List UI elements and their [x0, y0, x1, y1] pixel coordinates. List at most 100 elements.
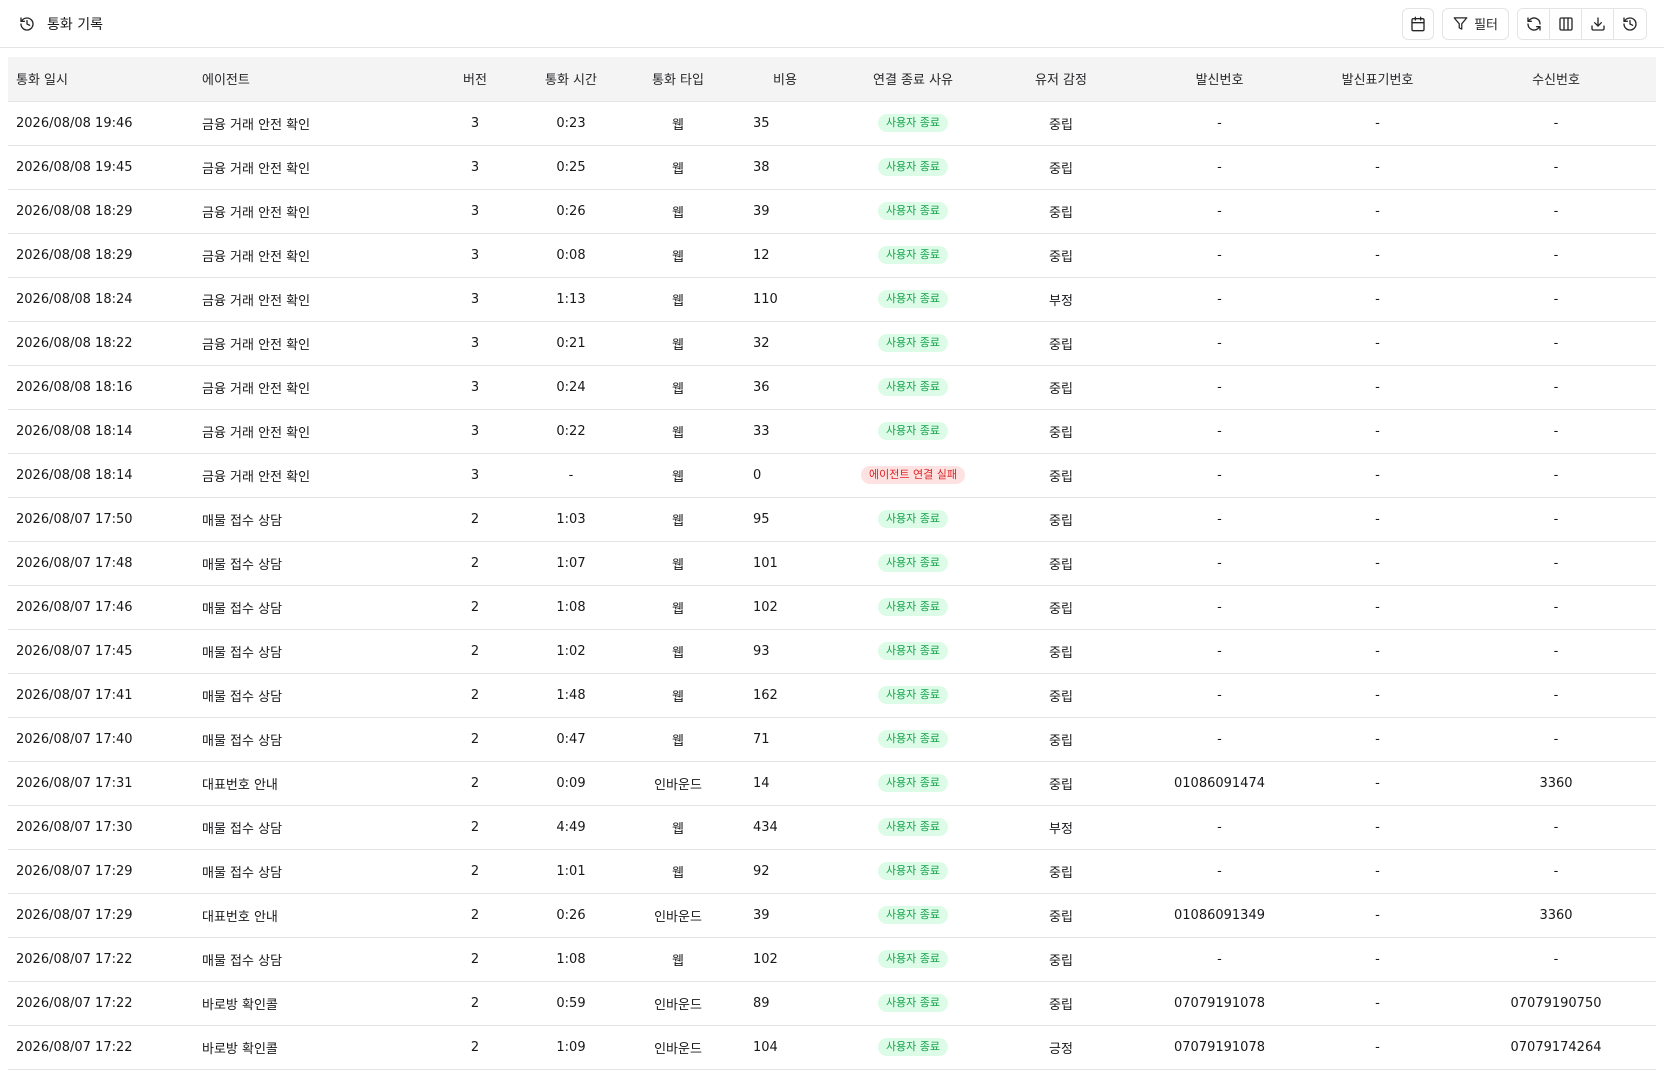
cell-datetime: 2026/08/07 17:31	[8, 761, 194, 806]
column-header-duration[interactable]: 통화 시간	[512, 57, 630, 102]
table-row[interactable]: 2026/08/07 17:41 매물 접수 상담 2 1:48 웹 162 사용자 종료 중…	[8, 673, 1656, 718]
cell-caller: -	[1140, 673, 1299, 718]
cell-callee: -	[1456, 541, 1656, 586]
cell-version: 2	[438, 981, 512, 1026]
cell-duration: -	[512, 453, 630, 498]
table-row[interactable]: 2026/08/08 18:24 금융 거래 안전 확인 3 1:13 웹 110 사용자 …	[8, 277, 1656, 322]
cell-call-type: 인바운드	[630, 981, 726, 1026]
cell-callee: -	[1456, 189, 1656, 234]
table-row[interactable]: 2026/08/07 17:46 매물 접수 상담 2 1:08 웹 102 사용자 종료 중…	[8, 585, 1656, 630]
cell-caller-display: -	[1299, 409, 1456, 454]
column-header-caller[interactable]: 발신번호	[1140, 57, 1299, 102]
cell-call-type: 인바운드	[630, 893, 726, 938]
table-row[interactable]: 2026/08/07 17:29 대표번호 안내 2 0:26 인바운드 39 사용자 종료…	[8, 893, 1656, 938]
column-header-caller-display[interactable]: 발신표기번호	[1299, 57, 1456, 102]
cell-agent: 매물 접수 상담	[194, 629, 438, 674]
table-row[interactable]: 2026/08/08 19:45 금융 거래 안전 확인 3 0:25 웹 38 사용자 종…	[8, 145, 1656, 190]
cell-callee: -	[1456, 145, 1656, 190]
table-row[interactable]: 2026/08/07 17:22 바로방 확인콜 2 0:59 인바운드 89 사용자 종료…	[8, 981, 1656, 1026]
table-row[interactable]: 2026/08/08 18:14 금융 거래 안전 확인 3 0:22 웹 33 사용자 종…	[8, 409, 1656, 454]
status-badge: 사용자 종료	[877, 1038, 949, 1056]
cell-sentiment: 중립	[982, 629, 1140, 674]
column-header-sentiment[interactable]: 유저 감정	[982, 57, 1140, 102]
cell-duration: 0:09	[512, 761, 630, 806]
column-header-datetime[interactable]: 통화 일시	[8, 57, 194, 102]
column-header-agent[interactable]: 에이전트	[194, 57, 438, 102]
cell-duration: 0:24	[512, 365, 630, 410]
cell-sentiment: 중립	[982, 233, 1140, 278]
cell-end-reason: 사용자 종료	[844, 1025, 982, 1070]
status-badge: 사용자 종료	[877, 334, 949, 352]
cell-datetime: 2026/08/07 17:29	[8, 849, 194, 894]
cell-caller: -	[1140, 937, 1299, 982]
cell-call-type: 웹	[630, 629, 726, 674]
table-row[interactable]: 2026/08/08 18:29 금융 거래 안전 확인 3 0:08 웹 12 사용자 종…	[8, 233, 1656, 278]
cell-version: 2	[438, 937, 512, 982]
table-row[interactable]: 2026/08/07 17:40 매물 접수 상담 2 0:47 웹 71 사용자 종료 중립…	[8, 717, 1656, 762]
column-header-cost[interactable]: 비용	[726, 57, 844, 102]
cell-version: 3	[438, 409, 512, 454]
cell-callee: -	[1456, 585, 1656, 630]
cell-callee: -	[1456, 717, 1656, 762]
table-row[interactable]: 2026/08/08 18:22 금융 거래 안전 확인 3 0:21 웹 32 사용자 종…	[8, 321, 1656, 366]
history-button[interactable]	[1614, 8, 1646, 39]
cell-agent: 매물 접수 상담	[194, 585, 438, 630]
cell-agent: 매물 접수 상담	[194, 497, 438, 542]
table-row[interactable]: 2026/08/07 17:50 매물 접수 상담 2 1:03 웹 95 사용자 종료 중립…	[8, 497, 1656, 542]
table-row[interactable]: 2026/08/08 19:46 금융 거래 안전 확인 3 0:23 웹 35 사용자 종…	[8, 101, 1656, 146]
table-row[interactable]: 2026/08/07 17:30 매물 접수 상담 2 4:49 웹 434 사용자 종료 부…	[8, 805, 1656, 850]
cell-agent: 금융 거래 안전 확인	[194, 453, 438, 498]
table-row[interactable]: 2026/08/07 17:22 매물 접수 상담 2 1:08 웹 102 사용자 종료 중…	[8, 937, 1656, 982]
status-badge: 사용자 종료	[877, 730, 949, 748]
page-header: 통화 기록	[17, 14, 103, 34]
cell-caller: -	[1140, 805, 1299, 850]
cell-caller-display: -	[1299, 101, 1456, 146]
cell-version: 3	[438, 453, 512, 498]
cell-version: 2	[438, 585, 512, 630]
table-row[interactable]: 2026/08/07 17:45 매물 접수 상담 2 1:02 웹 93 사용자 종료 중립…	[8, 629, 1656, 674]
column-header-version[interactable]: 버전	[438, 57, 512, 102]
cell-caller-display: -	[1299, 189, 1456, 234]
table-row[interactable]: 2026/08/08 18:14 금융 거래 안전 확인 3- 웹 0 에이전트 연결 실…	[8, 453, 1656, 498]
calendar-icon	[1410, 16, 1426, 32]
history-icon	[17, 14, 37, 34]
cell-callee: 07079174264	[1456, 1025, 1656, 1070]
cell-duration: 1:48	[512, 673, 630, 718]
date-range-button[interactable]	[1402, 7, 1435, 40]
table-row[interactable]: 2026/08/07 17:29 매물 접수 상담 2 1:01 웹 92 사용자 종료 중립…	[8, 849, 1656, 894]
cell-cost: 102	[726, 937, 844, 982]
download-button[interactable]	[1582, 8, 1614, 39]
refresh-button[interactable]	[1518, 8, 1550, 39]
cell-caller-display: -	[1299, 277, 1456, 322]
table-row[interactable]: 2026/08/07 17:48 매물 접수 상담 2 1:07 웹 101 사용자 종료 중…	[8, 541, 1656, 586]
cell-cost: 95	[726, 497, 844, 542]
cell-call-type: 웹	[630, 233, 726, 278]
table-row[interactable]: 2026/08/08 18:16 금융 거래 안전 확인 3 0:24 웹 36 사용자 종…	[8, 365, 1656, 410]
cell-end-reason: 사용자 종료	[844, 101, 982, 146]
table-row[interactable]: 2026/08/07 17:31 대표번호 안내 2 0:09 인바운드 14 사용자 종료…	[8, 761, 1656, 806]
status-badge: 사용자 종료	[877, 598, 949, 616]
cell-call-type: 웹	[630, 453, 726, 498]
column-header-type[interactable]: 통화 타입	[630, 57, 726, 102]
cell-call-type: 웹	[630, 101, 726, 146]
cell-duration: 0:47	[512, 717, 630, 762]
cell-end-reason: 사용자 종료	[844, 409, 982, 454]
columns-button[interactable]	[1550, 8, 1582, 39]
status-badge: 사용자 종료	[877, 862, 949, 880]
cell-caller: -	[1140, 717, 1299, 762]
table-row[interactable]: 2026/08/07 17:22 바로방 확인콜 2 1:09 인바운드 104 사용자 종…	[8, 1025, 1656, 1070]
cell-agent: 매물 접수 상담	[194, 673, 438, 718]
cell-datetime: 2026/08/07 17:41	[8, 673, 194, 718]
cell-caller-display: -	[1299, 805, 1456, 850]
cell-sentiment: 중립	[982, 849, 1140, 894]
column-header-callee[interactable]: 수신번호	[1456, 57, 1656, 102]
cell-datetime: 2026/08/08 18:14	[8, 453, 194, 498]
table-row[interactable]: 2026/08/08 18:29 금융 거래 안전 확인 3 0:26 웹 39 사용자 종…	[8, 189, 1656, 234]
filter-label: 필터	[1474, 18, 1498, 33]
cell-version: 2	[438, 893, 512, 938]
cell-sentiment: 중립	[982, 189, 1140, 234]
column-header-end-reason[interactable]: 연결 종료 사유	[844, 57, 982, 102]
cell-cost: 89	[726, 981, 844, 1026]
filter-button[interactable]: 필터	[1442, 7, 1509, 40]
cell-caller-display: -	[1299, 937, 1456, 982]
